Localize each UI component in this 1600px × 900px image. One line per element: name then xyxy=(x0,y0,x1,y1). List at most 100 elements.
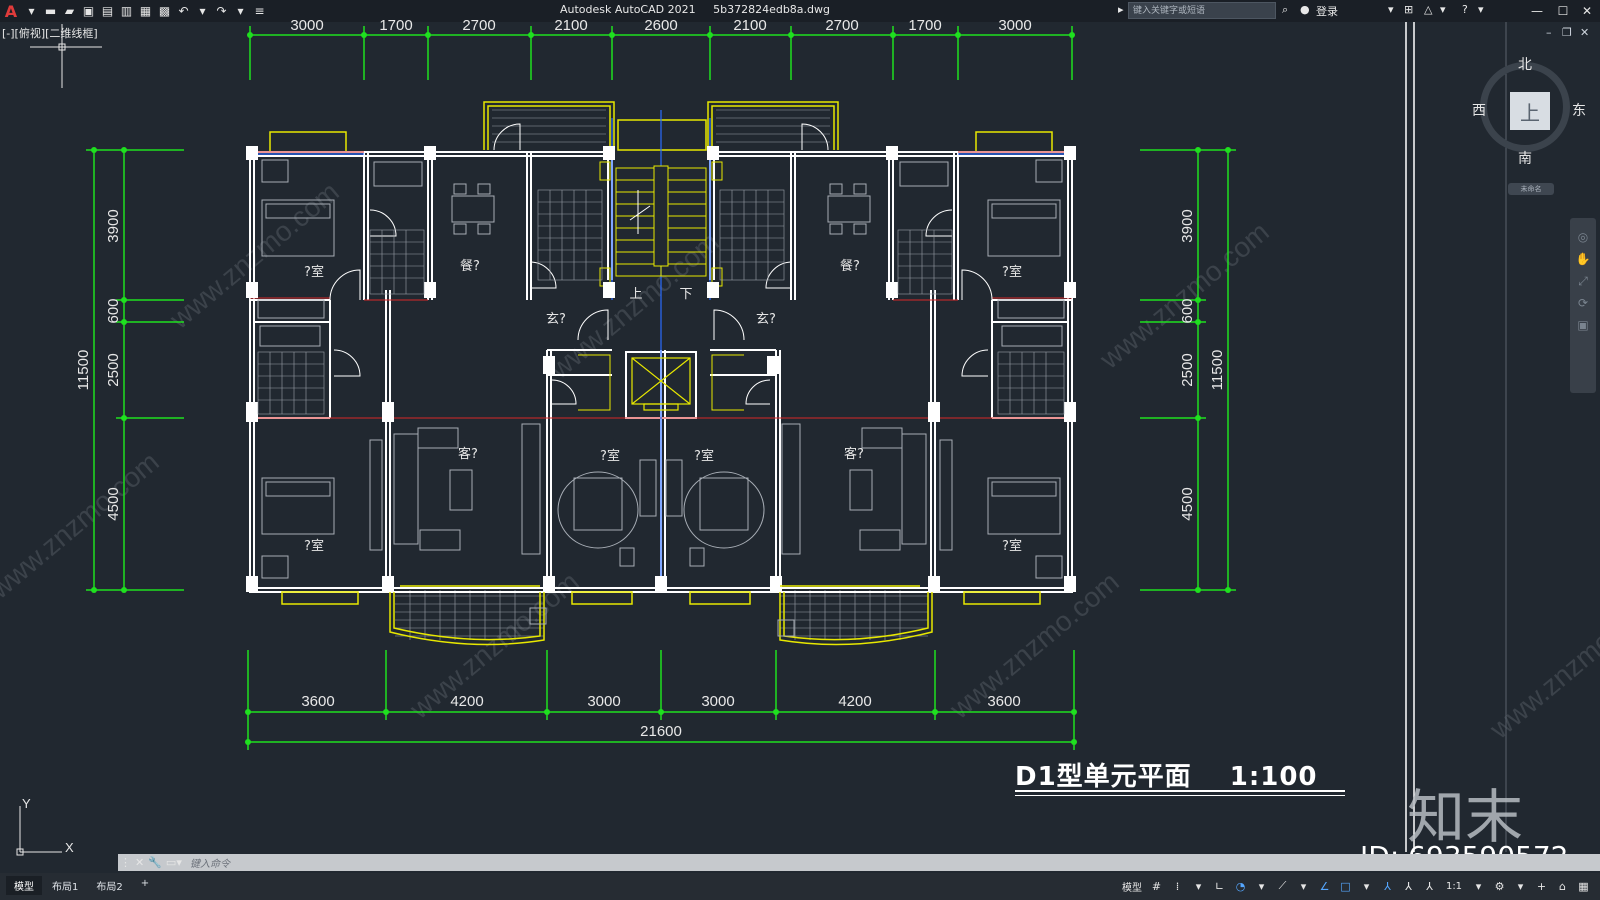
annotation-scale-icon[interactable]: ⅄ xyxy=(1419,877,1440,895)
crosshair-cursor xyxy=(30,24,102,88)
room-bedroom-se: ?室 xyxy=(1002,538,1022,554)
command-input[interactable]: 键入命令 xyxy=(190,855,230,870)
dim-bottom-2: 4200 xyxy=(450,693,483,710)
polar-dropdown-icon[interactable]: ▾ xyxy=(1251,877,1272,895)
dim-bottom-3: 3000 xyxy=(587,693,620,710)
dim-right-total: 11500 xyxy=(1209,350,1226,391)
watermark-text: www.znzmo.com xyxy=(0,446,165,605)
dim-top-8: 1700 xyxy=(908,17,941,34)
watermark-text: www.znzmo.com xyxy=(943,566,1125,725)
workspace-dropdown-icon[interactable]: ▾ xyxy=(1510,877,1531,895)
status-toggles: 模型 # ⁞ ▾ ∟ ◔ ▾ ⟋ ▾ ∠ □ ▾ ⅄ ⅄ ⅄ 1:1 ▾ ⚙ ▾… xyxy=(1118,877,1600,895)
room-foyer-right: 玄? xyxy=(756,312,776,327)
tab-layout1[interactable]: 布局1 xyxy=(44,876,86,895)
annotation-visibility-icon[interactable]: ⅄ xyxy=(1377,877,1398,895)
room-bedroom-mid-left: ?室 xyxy=(600,448,620,464)
stair-up-label: 上 xyxy=(629,287,642,302)
drawing-title-block: D1型单元平面 1:100 xyxy=(1015,756,1318,793)
viewcube-south[interactable]: 南 xyxy=(1518,148,1532,168)
dim-right-4: 4500 xyxy=(1179,487,1196,520)
ucs-icon xyxy=(16,806,62,856)
snap-icon[interactable]: ⁞ xyxy=(1167,877,1188,895)
room-bedroom-ne: ?室 xyxy=(1002,264,1022,280)
command-line[interactable] xyxy=(118,854,1600,871)
room-bedroom-nw: ?室 xyxy=(304,264,324,280)
navigation-bar: ◎ ✋ ⤢ ⟳ ▣ xyxy=(1570,218,1596,393)
tab-model[interactable]: 模型 xyxy=(6,876,42,895)
annotation-scale-value[interactable]: 1:1 xyxy=(1440,877,1468,895)
room-foyer-left: 玄? xyxy=(546,312,566,327)
annotation-autoscale-icon[interactable]: ⅄ xyxy=(1398,877,1419,895)
snap-dropdown-icon[interactable]: ▾ xyxy=(1188,877,1209,895)
showmotion-icon[interactable]: ▣ xyxy=(1570,314,1596,336)
zoom-extents-icon[interactable]: ⤢ xyxy=(1570,270,1596,292)
steering-wheel-icon[interactable]: ◎ xyxy=(1570,226,1596,248)
ucs-x-label: X xyxy=(65,840,74,855)
add-layout-button[interactable]: + xyxy=(133,876,157,895)
dim-top-5: 2600 xyxy=(644,17,677,34)
annotation-monitor-icon[interactable]: + xyxy=(1531,877,1552,895)
dim-top-9: 3000 xyxy=(998,17,1031,34)
room-bedroom-mid-right: ?室 xyxy=(694,448,714,464)
viewcube-east[interactable]: 东 xyxy=(1572,100,1586,120)
room-bedroom-sw: ?室 xyxy=(304,538,324,554)
ucs-y-label: Y xyxy=(22,796,31,811)
title-underline-thin xyxy=(1015,795,1345,796)
room-dining-left: 餐? xyxy=(460,258,480,274)
model-space-toggle[interactable]: 模型 xyxy=(1118,877,1146,895)
dim-top-3: 2700 xyxy=(462,17,495,34)
orbit-icon[interactable]: ⟳ xyxy=(1570,292,1596,314)
tab-layout2[interactable]: 布局2 xyxy=(88,876,130,895)
workspace-gear-icon[interactable]: ⚙ xyxy=(1489,877,1510,895)
drawing-scale: 1:100 xyxy=(1229,762,1318,792)
object-snap-dropdown-icon[interactable]: ▾ xyxy=(1356,877,1377,895)
viewcube-north[interactable]: 北 xyxy=(1518,54,1532,74)
drawing-canvas[interactable]: www.znzmo.com www.znzmo.com www.znzmo.co… xyxy=(0,0,1600,900)
room-living-right: 客? xyxy=(844,446,864,462)
wcs-menu-button[interactable]: 未命名 xyxy=(1508,183,1554,195)
dim-left-2: 600 xyxy=(105,298,122,323)
viewcube-top-face[interactable]: 上 xyxy=(1510,92,1550,130)
dim-right-2: 600 xyxy=(1179,298,1196,323)
layout-tabs: 模型 布局1 布局2 + xyxy=(6,876,157,895)
dim-left-4: 4500 xyxy=(105,487,122,520)
pan-icon[interactable]: ✋ xyxy=(1570,248,1596,270)
isodraft-icon[interactable]: ⟋ xyxy=(1272,877,1293,895)
dim-bottom-1: 3600 xyxy=(301,693,334,710)
viewcube-west[interactable]: 西 xyxy=(1472,100,1486,120)
dim-right-1: 3900 xyxy=(1179,209,1196,242)
command-line-tools: ⋮ ✕ 🔧 ▭▾ xyxy=(118,854,182,871)
polar-icon[interactable]: ◔ xyxy=(1230,877,1251,895)
annotation-scale-dropdown-icon[interactable]: ▾ xyxy=(1468,877,1489,895)
quick-properties-icon[interactable]: ▦ xyxy=(1573,877,1594,895)
grid-icon[interactable]: # xyxy=(1146,877,1167,895)
stair-arrow xyxy=(629,190,651,234)
dim-total-width: 21600 xyxy=(640,723,682,740)
room-labels: ?室 ?室 ?室 ?室 餐? 餐? 玄? 玄? 客? 客? ?室 ?室 上 下 xyxy=(304,258,1022,554)
room-dining-right: 餐? xyxy=(840,258,860,274)
command-customize-icon[interactable]: 🔧 xyxy=(148,856,162,869)
dim-left-1: 3900 xyxy=(105,209,122,242)
watermark-text: www.znzmo.com xyxy=(403,566,585,725)
drawing-title: D1型单元平面 xyxy=(1015,762,1192,792)
command-close-icon[interactable]: ✕ xyxy=(135,856,144,869)
command-recent-icon[interactable]: ▭▾ xyxy=(166,856,182,869)
object-snap-tracking-icon[interactable]: ∠ xyxy=(1314,877,1335,895)
isodraft-dropdown-icon[interactable]: ▾ xyxy=(1293,877,1314,895)
viewcube[interactable]: 上 北 南 西 东 xyxy=(1472,57,1586,167)
dimension-text-top: 3000 1700 2700 2100 2600 2100 2700 1700 … xyxy=(290,17,1031,34)
dim-left-total: 11500 xyxy=(75,350,92,391)
object-snap-icon[interactable]: □ xyxy=(1335,877,1356,895)
units-icon[interactable]: ⌂ xyxy=(1552,877,1573,895)
dim-left-3: 2500 xyxy=(105,353,122,386)
dim-top-6: 2100 xyxy=(733,17,766,34)
dim-bottom-5: 4200 xyxy=(838,693,871,710)
graphics-performance-icon[interactable]: ▧ xyxy=(1594,877,1600,895)
title-underline xyxy=(1015,790,1345,792)
command-grip-icon[interactable]: ⋮ xyxy=(120,856,131,869)
room-living-left: 客? xyxy=(458,446,478,462)
stair-down-label: 下 xyxy=(679,287,692,302)
ortho-icon[interactable]: ∟ xyxy=(1209,877,1230,895)
dim-top-7: 2700 xyxy=(825,17,858,34)
dim-bottom-6: 3600 xyxy=(987,693,1020,710)
